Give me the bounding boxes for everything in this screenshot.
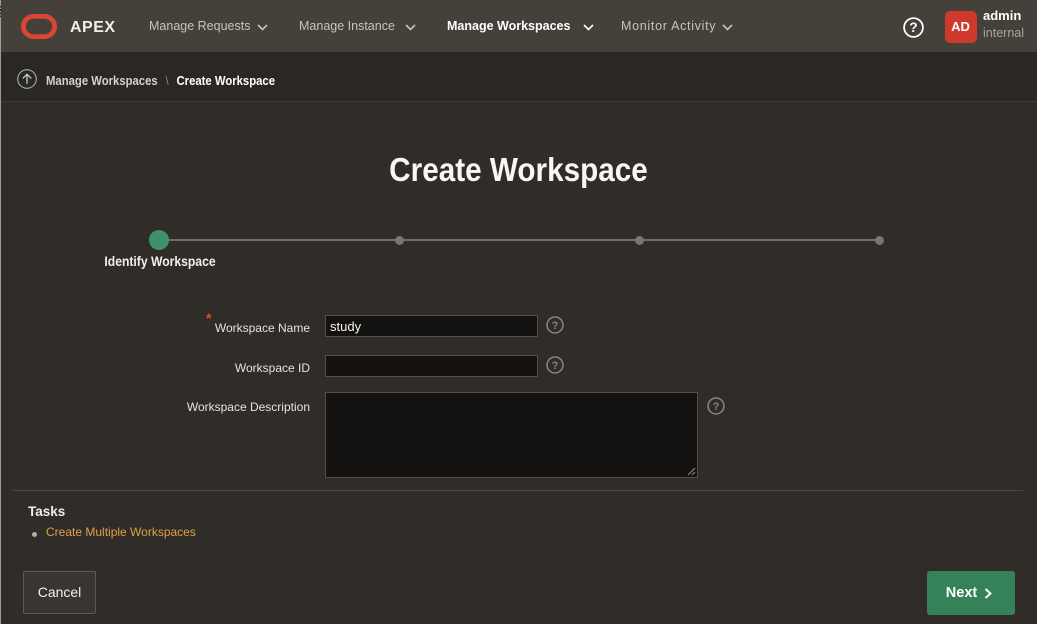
svg-text:?: ? xyxy=(909,20,917,35)
svg-text:?: ? xyxy=(552,360,559,372)
svg-text:?: ? xyxy=(552,320,559,332)
svg-text:?: ? xyxy=(713,401,720,413)
